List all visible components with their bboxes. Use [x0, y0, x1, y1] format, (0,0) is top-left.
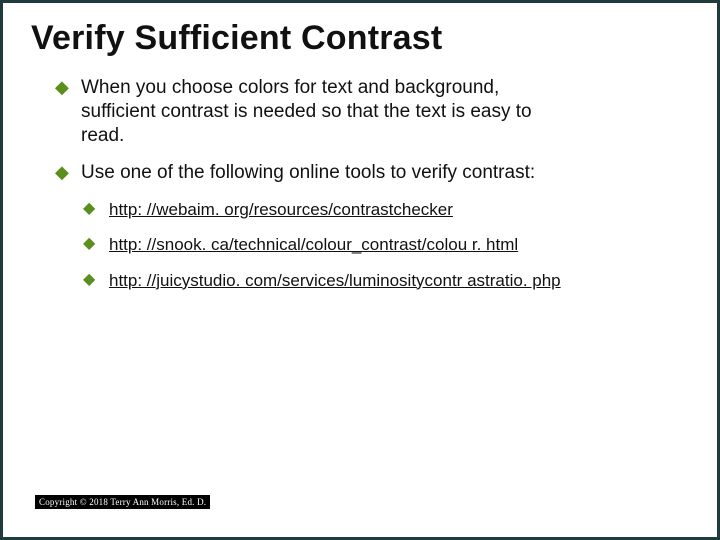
diamond-bullet-icon: ◆ [83, 270, 97, 291]
list-item-text: When you choose colors for text and back… [81, 76, 575, 147]
list-item: ◆ Use one of the following online tools … [55, 161, 575, 185]
slide: Verify Sufficient Contrast ◆ When you ch… [3, 3, 717, 537]
link-snook[interactable]: http: //snook. ca/technical/colour_contr… [109, 234, 518, 255]
diamond-bullet-icon: ◆ [83, 199, 97, 220]
link-juicystudio[interactable]: http: //juicystudio. com/services/lumino… [109, 270, 561, 291]
diamond-bullet-icon: ◆ [83, 234, 97, 255]
copyright-footer: Copyright © 2018 Terry Ann Morris, Ed. D… [35, 495, 210, 509]
page-title: Verify Sufficient Contrast [3, 3, 717, 76]
diamond-bullet-icon: ◆ [55, 161, 69, 185]
list-item: ◆ http: //juicystudio. com/services/lumi… [83, 270, 563, 291]
list-item-text: Use one of the following online tools to… [81, 161, 535, 185]
link-webaim[interactable]: http: //webaim. org/resources/contrastch… [109, 199, 453, 220]
content-area: ◆ When you choose colors for text and ba… [3, 76, 717, 291]
diamond-bullet-icon: ◆ [55, 76, 69, 147]
list-item: ◆ http: //webaim. org/resources/contrast… [83, 199, 563, 220]
sub-list: ◆ http: //webaim. org/resources/contrast… [55, 199, 665, 291]
list-item: ◆ http: //snook. ca/technical/colour_con… [83, 234, 563, 255]
list-item: ◆ When you choose colors for text and ba… [55, 76, 575, 147]
